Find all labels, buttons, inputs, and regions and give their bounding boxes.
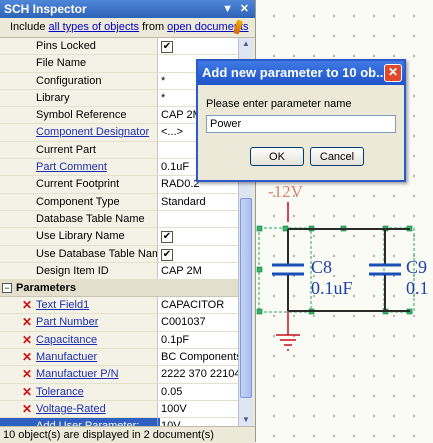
delete-parameter-icon[interactable]: ✕ — [22, 366, 32, 382]
delete-parameter-icon[interactable]: ✕ — [22, 349, 32, 365]
c9-designator[interactable]: C9 — [406, 257, 427, 277]
panel-menu-dropdown-icon[interactable]: ▼ — [222, 0, 233, 18]
add-parameter-dialog: Add new parameter to 10 ob... ✕ Please e… — [196, 59, 406, 182]
c9-value[interactable]: 0.1 — [406, 278, 429, 298]
parameter-row[interactable]: ✕ Voltage-Rated 100V — [0, 400, 252, 419]
delete-parameter-icon[interactable]: ✕ — [22, 384, 32, 400]
property-name: Symbol Reference — [0, 107, 158, 124]
parameter-name-label[interactable]: Manufactuer P/N — [36, 368, 119, 380]
parameter-name-label[interactable]: Tolerance — [36, 386, 84, 398]
delete-parameter-icon[interactable]: ✕ — [22, 314, 32, 330]
parameter-row[interactable]: ✕ Manufactuer BC Components — [0, 349, 252, 367]
property-value[interactable]: ✔ — [161, 246, 238, 262]
property-name: Design Item ID — [0, 262, 158, 280]
property-value[interactable]: ✔ — [161, 38, 238, 54]
delete-parameter-icon[interactable]: ✕ — [22, 297, 32, 313]
parameter-value[interactable]: BC Components — [161, 349, 238, 365]
checkbox-checked[interactable]: ✔ — [161, 248, 173, 261]
parameter-name-label[interactable]: Capacitance — [36, 334, 97, 346]
property-value[interactable]: ✔ — [161, 228, 238, 244]
selection-handles — [256, 225, 413, 315]
parameter-name-input[interactable] — [206, 115, 396, 133]
property-name: File Name — [0, 55, 158, 72]
parameter-name[interactable]: ✕ Text Field1 — [0, 297, 158, 314]
checkbox-checked[interactable]: ✔ — [161, 41, 173, 53]
property-row[interactable]: Component Type Standard — [0, 193, 252, 211]
scroll-up-arrow-icon[interactable]: ▲ — [240, 38, 252, 50]
delete-parameter-icon[interactable]: ✕ — [22, 401, 32, 417]
capacitor-c8-symbol[interactable] — [272, 229, 304, 311]
parameter-row[interactable]: ✕ Tolerance 0.05 — [0, 383, 252, 401]
checkbox-checked[interactable]: ✔ — [161, 231, 173, 244]
scrollbar-thumb[interactable] — [240, 198, 252, 398]
property-name: Database Table Name — [0, 210, 158, 228]
parameter-value[interactable]: CAPACITOR — [161, 297, 238, 313]
property-row[interactable]: Pins Locked ✔ — [0, 38, 252, 56]
parameters-section-header[interactable]: − Parameters — [0, 280, 252, 298]
parameter-value[interactable]: 0.05 — [161, 384, 238, 400]
capacitor-c9-symbol[interactable] — [369, 229, 401, 311]
ok-button[interactable]: OK — [250, 147, 304, 166]
include-prefix: Include — [10, 21, 46, 33]
property-row[interactable]: Use Library Name ✔ — [0, 228, 252, 246]
parameter-row[interactable]: ✕ Manufactuer P/N 2222 370 22104 — [0, 366, 252, 384]
include-filter-bar: Include all types of objects from open d… — [0, 18, 255, 38]
c8-designator[interactable]: C8 — [311, 257, 332, 277]
property-name: Component Type — [0, 193, 158, 210]
parameter-name-label[interactable]: Part Number — [36, 316, 98, 328]
property-name[interactable]: Component Designator — [0, 124, 158, 141]
parameter-value[interactable]: 100V — [161, 401, 238, 417]
parameter-value[interactable]: C001037 — [161, 314, 238, 330]
parameter-value[interactable]: 0.1pF — [161, 332, 238, 348]
scroll-down-arrow-icon[interactable]: ▼ — [240, 414, 252, 426]
inspector-title: SCH Inspector — [4, 2, 87, 16]
parameter-row[interactable]: ✕ Part Number C001037 — [0, 314, 252, 332]
dialog-prompt: Please enter parameter name — [206, 98, 352, 110]
dialog-title-bar[interactable]: Add new parameter to 10 ob... ✕ — [198, 61, 404, 85]
net-label-minus-12v[interactable]: -12V — [268, 182, 304, 201]
parameter-row[interactable]: ✕ Capacitance 0.1pF — [0, 331, 252, 350]
parameter-name-label[interactable]: Manufactuer — [36, 351, 97, 363]
delete-parameter-icon[interactable]: ✕ — [22, 332, 32, 348]
collapse-toggle-icon[interactable]: − — [2, 283, 12, 294]
property-row[interactable]: Database Table Name — [0, 210, 252, 229]
parameter-name-label[interactable]: Voltage-Rated — [36, 403, 106, 415]
parameter-name[interactable]: ✕ Voltage-Rated — [0, 400, 158, 418]
ground-symbol — [276, 311, 300, 351]
dialog-title: Add new parameter to 10 ob... — [202, 65, 387, 80]
panel-close-icon[interactable]: ✕ — [240, 0, 249, 18]
property-value[interactable]: Standard — [161, 194, 238, 210]
c8-value[interactable]: 0.1uF — [311, 278, 353, 298]
property-name: Pins Locked — [0, 38, 158, 55]
parameter-name[interactable]: ✕ Capacitance — [0, 331, 158, 349]
parameter-row[interactable]: ✕ Text Field1 CAPACITOR — [0, 297, 252, 315]
parameter-name[interactable]: ✕ Manufactuer — [0, 349, 158, 366]
dialog-close-icon[interactable]: ✕ — [384, 64, 402, 82]
inspector-title-bar[interactable]: SCH Inspector ▼ ✕ — [0, 0, 255, 18]
parameter-value[interactable]: 2222 370 22104 — [161, 366, 238, 382]
property-name: Use Database Table Name — [0, 245, 158, 262]
property-row[interactable]: Design Item ID CAP 2M — [0, 262, 252, 281]
c8-selection-box — [258, 227, 312, 313]
status-bar: 10 object(s) are displayed in 2 document… — [0, 426, 255, 443]
include-from: from — [142, 21, 165, 33]
object-types-link[interactable]: all types of objects — [49, 21, 140, 33]
cancel-button[interactable]: Cancel — [310, 147, 364, 166]
parameter-name[interactable]: ✕ Tolerance — [0, 383, 158, 400]
property-name: Current Part — [0, 141, 158, 159]
property-name: Current Footprint — [0, 176, 158, 193]
property-name[interactable]: Part Comment — [0, 159, 158, 176]
property-value[interactable]: CAP 2M — [161, 263, 238, 279]
parameters-section-title: Parameters — [16, 282, 76, 295]
property-name: Configuration — [0, 72, 158, 89]
property-name: Use Library Name — [0, 228, 158, 245]
parameter-name[interactable]: ✕ Part Number — [0, 314, 158, 331]
parameter-name-label[interactable]: Text Field1 — [36, 299, 89, 311]
property-name: Library — [0, 89, 158, 107]
property-row[interactable]: Use Database Table Name ✔ — [0, 245, 252, 263]
parameter-name[interactable]: ✕ Manufactuer P/N — [0, 366, 158, 383]
